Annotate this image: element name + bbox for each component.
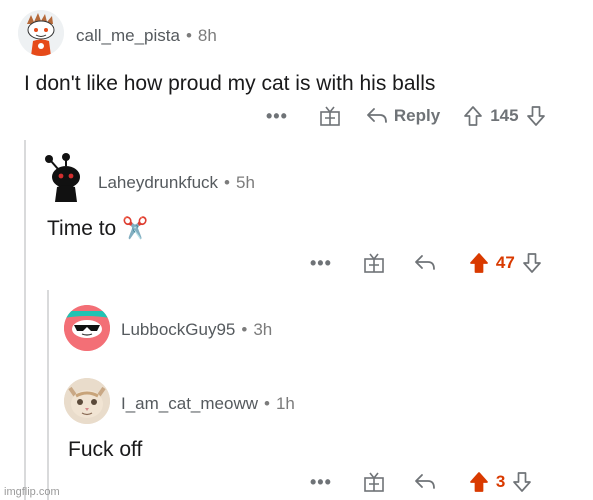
vote-controls: 145 (462, 105, 546, 127)
thread-line-level-1[interactable] (24, 140, 26, 500)
comment-actions: ••• Reply 145 (266, 103, 547, 129)
comment-body: Fuck off (68, 438, 143, 461)
comment-header: call_me_pista • 8h (76, 26, 217, 46)
separator-dot: • (224, 173, 230, 192)
downvote-arrow-icon[interactable] (525, 105, 547, 127)
more-options-button[interactable]: ••• (310, 472, 332, 493)
timestamp: 8h (197, 26, 217, 45)
separator-dot: • (264, 394, 270, 413)
downvote-arrow-icon[interactable] (511, 471, 533, 493)
timestamp: 3h (253, 320, 273, 339)
avatar[interactable] (18, 10, 64, 56)
vote-controls: 47 (468, 252, 543, 274)
imgflip-watermark: imgflip.com (4, 486, 60, 498)
downvote-arrow-icon[interactable] (521, 252, 543, 274)
vote-count: 145 (490, 106, 519, 125)
comment-header: LubbockGuy95 • 3h (121, 320, 272, 340)
upvote-arrow-icon[interactable] (468, 252, 490, 274)
thread-line-level-2[interactable] (47, 290, 49, 500)
reply-button[interactable]: Reply (366, 106, 440, 126)
reply-label: Reply (393, 106, 441, 125)
gift-award-icon (364, 472, 384, 492)
more-options-button[interactable]: ••• (266, 106, 288, 127)
gift-award-icon (364, 253, 384, 273)
comment-body: I don't like how proud my cat is with hi… (24, 72, 436, 95)
reply-button[interactable] (414, 472, 436, 492)
avatar[interactable] (64, 305, 110, 351)
gift-award-icon (320, 106, 340, 126)
upvote-arrow-icon[interactable] (468, 471, 490, 493)
timestamp: 1h (275, 394, 295, 413)
vote-count: 47 (495, 253, 515, 272)
username[interactable]: I_am_cat_meoww (121, 394, 258, 413)
award-button[interactable] (318, 104, 342, 128)
cat-photo-avatar-icon (64, 378, 110, 424)
more-options-button[interactable]: ••• (310, 253, 332, 274)
avatar[interactable] (42, 152, 88, 202)
separator-dot: • (185, 26, 192, 45)
award-button[interactable] (362, 251, 386, 275)
comment-header: Laheydrunkfuck • 5h (98, 173, 255, 193)
timestamp: 5h (235, 173, 255, 192)
vote-controls: 3 (468, 471, 533, 493)
snoo-avatar-icon (45, 153, 80, 202)
username[interactable]: Laheydrunkfuck (98, 173, 218, 192)
vote-count: 3 (495, 472, 506, 491)
username[interactable]: LubbockGuy95 (121, 320, 235, 339)
comment-body: Time to ✂️ (47, 217, 149, 240)
avatar[interactable] (64, 378, 110, 424)
reply-arrow-icon (415, 474, 435, 489)
separator-dot: • (241, 320, 248, 339)
snoo-avatar-icon (64, 305, 110, 351)
reply-arrow-icon (367, 108, 387, 123)
username[interactable]: call_me_pista (76, 26, 180, 45)
snoo-avatar-icon (18, 10, 64, 56)
comment-actions: ••• 3 (310, 469, 533, 495)
award-button[interactable] (362, 470, 386, 494)
upvote-arrow-icon[interactable] (462, 105, 484, 127)
reply-button[interactable] (414, 253, 436, 273)
reply-arrow-icon (415, 255, 435, 270)
comment-actions: ••• 47 (310, 250, 543, 276)
comment-header: I_am_cat_meoww • 1h (121, 394, 295, 414)
